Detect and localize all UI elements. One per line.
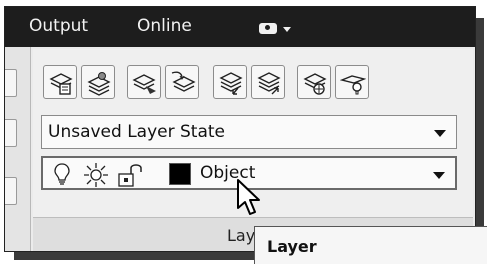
- layer-freeze-button[interactable]: [297, 65, 331, 99]
- match-layer-icon: [171, 71, 196, 92]
- layer-color-swatch[interactable]: [169, 163, 191, 185]
- ribbon-tab-bar: Output Online: [5, 7, 475, 47]
- ribbon-tab-menu-button[interactable]: [259, 19, 299, 37]
- make-current-layer-icon: [132, 74, 156, 94]
- tab-online[interactable]: Online: [137, 16, 192, 36]
- panel-edge-button[interactable]: [5, 119, 17, 147]
- chevron-down-icon: [433, 172, 445, 179]
- layer-off-icon: [340, 75, 366, 95]
- layer-properties-icon: [49, 73, 73, 95]
- layers-panel: Unsaved Layer State Object Layers: [33, 49, 473, 251]
- layer-states-button[interactable]: [81, 65, 115, 99]
- layer-state-dropdown[interactable]: Unsaved Layer State: [41, 115, 457, 149]
- tab-output[interactable]: Output: [29, 16, 88, 36]
- layer-tooltip: Layer: [254, 226, 487, 264]
- layer-isolate-button[interactable]: [251, 65, 285, 99]
- layer-off-button[interactable]: [335, 65, 369, 99]
- previous-layer-icon: [219, 72, 243, 95]
- padlock-unlocked-icon[interactable]: [117, 162, 145, 188]
- layer-freeze-icon: [303, 73, 327, 95]
- layer-isolate-icon: [257, 72, 281, 95]
- mouse-pointer-icon: [237, 179, 260, 215]
- layer-state-value: Unsaved Layer State: [48, 122, 226, 142]
- tooltip-title: Layer: [267, 237, 317, 256]
- camera-icon: [259, 23, 277, 34]
- make-current-layer-button[interactable]: [127, 65, 161, 99]
- panel-edge-button[interactable]: [5, 69, 17, 97]
- layer-states-icon: [87, 72, 111, 96]
- layer-properties-button[interactable]: [43, 65, 77, 99]
- chevron-down-icon: [283, 27, 291, 32]
- lightbulb-on-icon[interactable]: [53, 162, 71, 186]
- previous-layer-button[interactable]: [213, 65, 247, 99]
- sun-thawed-icon[interactable]: [83, 162, 109, 188]
- panel-edge-button[interactable]: [5, 177, 17, 205]
- previous-panel-edge: [5, 47, 31, 251]
- match-layer-button[interactable]: [165, 65, 199, 99]
- chevron-down-icon: [434, 130, 446, 137]
